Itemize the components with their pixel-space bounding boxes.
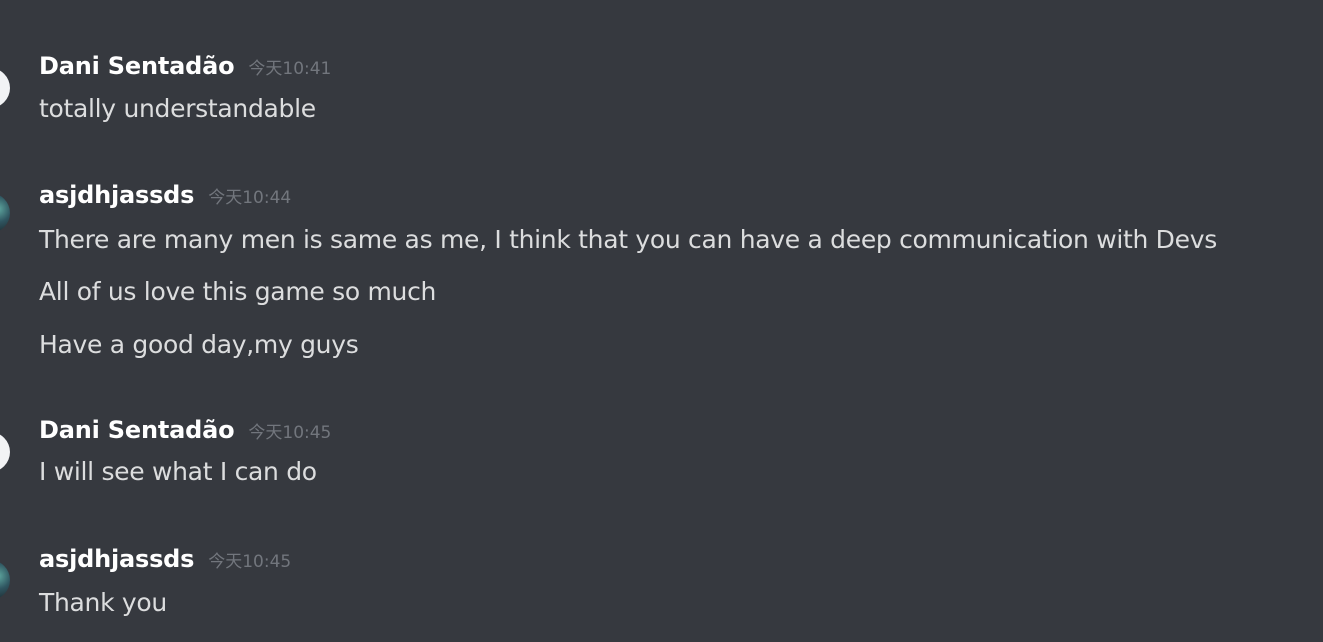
username[interactable]: Dani Sentadão [39, 416, 235, 444]
message-text: Thank you [39, 588, 167, 617]
message-text: All of us love this game so much [39, 277, 437, 306]
message-text: totally understandable [39, 94, 316, 123]
chat-messages: Dani Sentadão 今天10:41 totally understanda… [0, 0, 1323, 642]
message-text: I will see what I can do [39, 457, 317, 486]
username[interactable]: asjdhjassds [39, 181, 194, 209]
message-header: asjdhjassds 今天10:45 [39, 545, 291, 573]
message-text: There are many men is same as me, I thin… [39, 225, 1217, 254]
username[interactable]: Dani Sentadão [39, 52, 235, 80]
avatar[interactable] [0, 68, 10, 108]
avatar[interactable] [0, 560, 10, 600]
avatar[interactable] [0, 432, 10, 472]
avatar[interactable] [0, 193, 10, 233]
timestamp: 今天10:41 [248, 59, 332, 79]
username[interactable]: asjdhjassds [39, 545, 194, 573]
message-header: Dani Sentadão 今天10:41 [39, 52, 331, 80]
timestamp: 今天10:44 [208, 188, 292, 208]
timestamp: 今天10:45 [248, 423, 332, 443]
message-header: asjdhjassds 今天10:44 [39, 181, 291, 209]
message-text: Have a good day,my guys [39, 330, 359, 359]
message-header: Dani Sentadão 今天10:45 [39, 416, 331, 444]
timestamp: 今天10:45 [208, 552, 292, 572]
